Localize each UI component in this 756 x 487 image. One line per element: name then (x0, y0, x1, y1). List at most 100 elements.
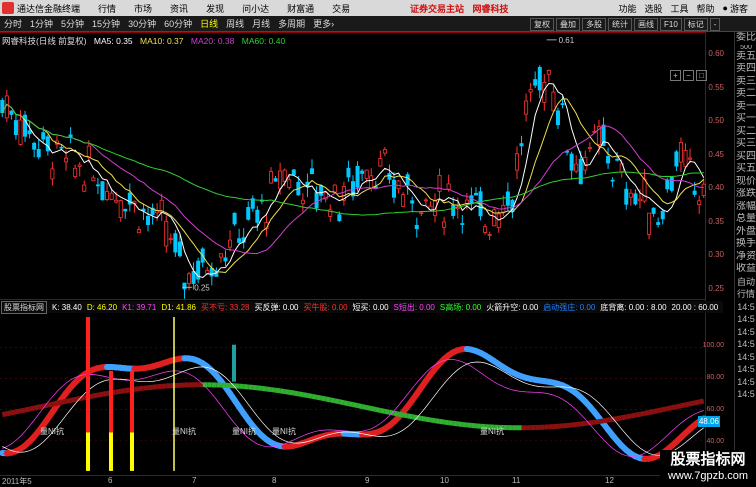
stats-button[interactable]: 统计 (608, 17, 632, 31)
candle-body (36, 149, 41, 158)
slow-band (316, 394, 322, 401)
slow-band (621, 414, 627, 421)
slow-band (288, 389, 295, 396)
candle-body (114, 199, 119, 203)
sidebar-item[interactable]: 自动 (735, 276, 756, 289)
sidebar-item: 买四 (736, 150, 756, 162)
candle-body (460, 223, 465, 225)
tab-1min[interactable]: 1分钟 (26, 17, 57, 30)
signal-bar (86, 432, 90, 471)
candle-body (651, 207, 656, 214)
sidebar-item[interactable]: 14:5 (735, 301, 756, 314)
zoom-out-icon[interactable]: − (683, 70, 694, 81)
tab-5min[interactable]: 5分钟 (57, 17, 88, 30)
menu-item-trade[interactable]: 交易 (332, 2, 350, 15)
slow-band (662, 406, 668, 413)
indicator-value-0: K: 38.40 (52, 302, 82, 312)
sidebar-item[interactable]: 14:5 (735, 363, 756, 376)
tab-multi-period[interactable]: 多周期 (274, 17, 309, 30)
slow-band (15, 408, 22, 415)
candle-body (319, 185, 324, 196)
menu-item-tools[interactable]: 工具 (671, 2, 689, 15)
candle-body (355, 165, 360, 188)
slow-band (684, 401, 691, 408)
overlay-button[interactable]: 叠加 (556, 17, 580, 31)
menu-item-quotes[interactable]: 行情 (98, 2, 116, 15)
candle-body (628, 192, 633, 198)
tab-30min[interactable]: 30分钟 (124, 17, 160, 30)
menu-item-help[interactable]: 帮助 (697, 2, 715, 15)
candle-body (346, 167, 351, 178)
sidebar-item[interactable]: 14:5 (735, 313, 756, 326)
sidebar-item[interactable]: 14:5 (735, 338, 756, 351)
sidebar-item[interactable]: 14:5 (735, 351, 756, 364)
candle-body (410, 200, 415, 204)
menu-item-ask[interactable]: 问小达 (242, 2, 269, 15)
user-icon[interactable]: ● (723, 3, 728, 13)
candle-body (683, 149, 688, 168)
f10-button[interactable]: F10 (660, 17, 682, 31)
zoom-in-icon[interactable]: + (670, 70, 681, 81)
tab-60min[interactable]: 60分钟 (160, 17, 196, 30)
menu-item-stock-pick[interactable]: 选股 (645, 2, 663, 15)
price-tick: 0.30 (708, 250, 724, 259)
adjust-button[interactable]: 复权 (530, 17, 554, 31)
candle-body (446, 183, 451, 190)
draw-line-button[interactable]: 画线 (634, 17, 658, 31)
sidebar-item: 涨幅 (736, 200, 756, 212)
indicator-value-11: 启动强庄: 0.00 (543, 302, 596, 312)
tab-15min[interactable]: 15分钟 (88, 17, 124, 30)
candle-body (18, 119, 23, 145)
indicator-value-7: 短买: 0.00 (352, 302, 389, 312)
slow-band (689, 400, 696, 407)
indicator-pane[interactable]: 量NI抗 量NI抗 量NI抗 量NI抗 量NI抗 股票指标网 K: 38.40 D: 46… (0, 300, 724, 476)
slow-band (102, 391, 108, 397)
multi-stock-button[interactable]: 多股 (582, 17, 606, 31)
candle-body (674, 151, 679, 167)
tab-more[interactable]: 更多› (309, 17, 338, 30)
ma5-value: MA5: 0.35 (93, 36, 133, 46)
menu-item-wealth[interactable]: 财富通 (287, 2, 314, 15)
candlestick-pane[interactable]: 0.61 0.25 网睿科技(日线 前复权) MA5: 0.35 MA10: 0.… (0, 32, 707, 301)
candle-body (164, 220, 169, 247)
tab-weekly[interactable]: 周线 (222, 17, 248, 30)
candlestick-chart[interactable]: 0.61 0.25 (0, 33, 706, 301)
candle-body (505, 191, 510, 206)
slow-band (653, 408, 659, 415)
slow-band (60, 398, 67, 405)
guest-label[interactable]: 游客 (730, 2, 748, 15)
sidebar-item: 买五 (736, 163, 756, 174)
promo-text[interactable]: 证券交易主站 网睿科技 (410, 2, 509, 15)
sidebar-item[interactable]: 行情 (735, 288, 756, 301)
candle-body (59, 146, 64, 149)
slow-band (370, 406, 377, 412)
candle-body (483, 226, 488, 233)
menu-item-function[interactable]: 功能 (618, 2, 636, 15)
menu-item-market[interactable]: 市场 (134, 2, 152, 15)
menu-item-discover[interactable]: 发现 (206, 2, 224, 15)
sidebar-item[interactable]: 14:5 (735, 326, 756, 339)
candle-body (555, 110, 560, 126)
signal-label: 量NI抗 (40, 426, 64, 436)
candle-body (223, 257, 228, 262)
candle-body (519, 143, 524, 147)
slow-band (666, 405, 673, 412)
minimize-button[interactable]: - (709, 17, 721, 31)
slow-band (329, 397, 336, 404)
tab-monthly[interactable]: 月线 (248, 17, 274, 30)
ma-info-line: 网睿科技(日线 前复权) MA5: 0.35 MA10: 0.37 MA20: … (2, 35, 285, 47)
slow-band (366, 405, 372, 411)
candle-body (232, 212, 237, 225)
sidebar-item: 总量 (736, 213, 756, 224)
menu-item-news[interactable]: 资讯 (170, 2, 188, 15)
sidebar-item[interactable]: 14:5 (735, 376, 756, 389)
mark-button[interactable]: 标记 (683, 17, 708, 31)
indicator-name[interactable]: 股票指标网 (1, 300, 47, 314)
indicator-chart[interactable]: 量NI抗 量NI抗 量NI抗 量NI抗 量NI抗 (0, 300, 706, 476)
slow-band (379, 407, 386, 414)
candle-body (82, 184, 87, 192)
tab-daily[interactable]: 日线 (196, 17, 222, 30)
current-value-tag: 48.06 (698, 416, 720, 427)
tab-timeshare[interactable]: 分时 (0, 17, 26, 30)
sidebar-item[interactable]: 14:5 (735, 388, 756, 401)
